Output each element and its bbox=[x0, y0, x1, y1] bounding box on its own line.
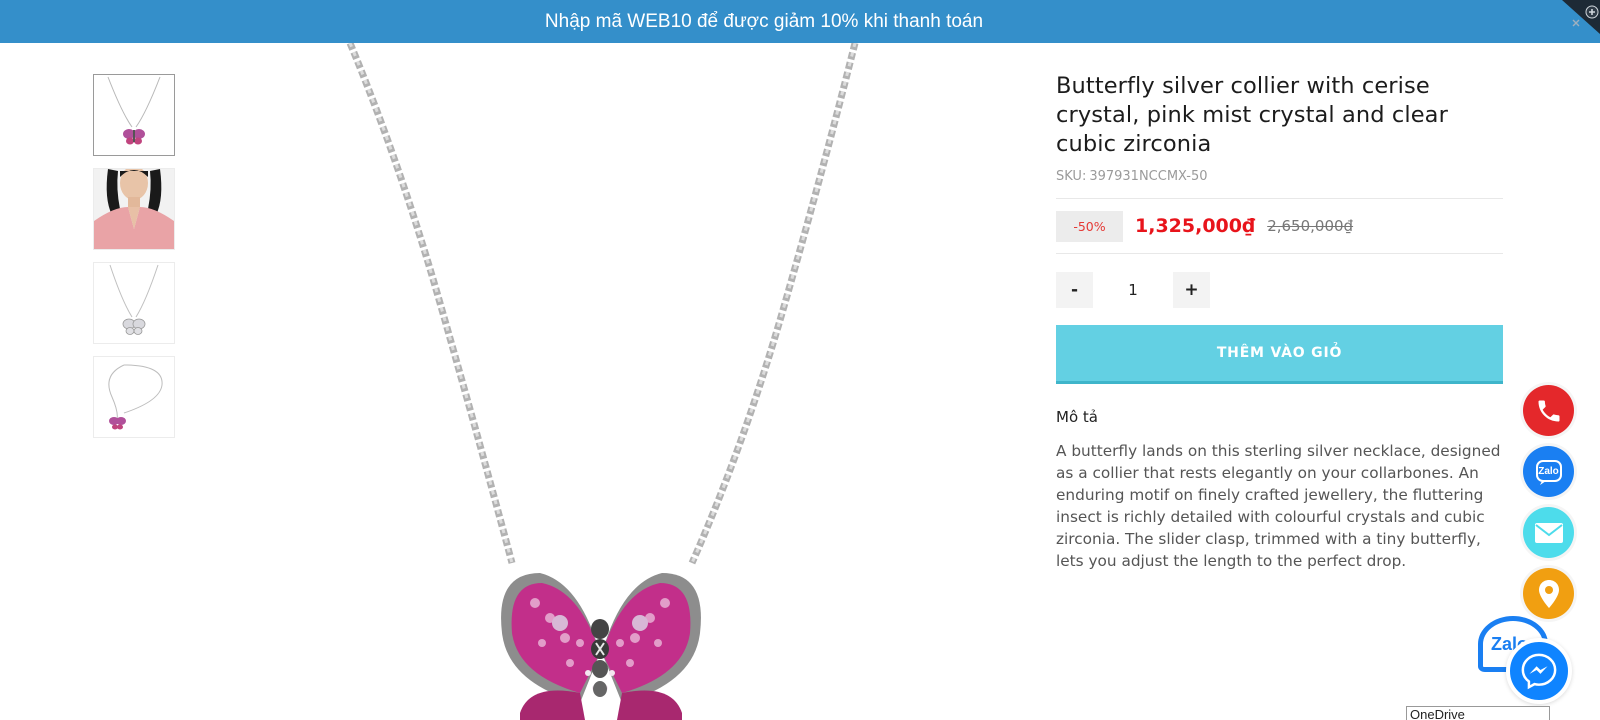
divider bbox=[1056, 253, 1503, 254]
main-product-image bbox=[280, 43, 1000, 720]
zalo-label: Zalo bbox=[1538, 466, 1559, 477]
messenger-icon bbox=[1521, 653, 1557, 690]
thumbnail-necklace-front[interactable] bbox=[93, 74, 175, 156]
close-corner-icon[interactable] bbox=[1556, 0, 1600, 34]
price-row: -50% 1,325,000₫ 2,650,000₫ bbox=[1056, 199, 1503, 253]
sku: SKU: 397931NCCMX-50 bbox=[1056, 169, 1503, 184]
map-pin-icon bbox=[1538, 579, 1559, 608]
product-title: Butterfly silver collier with cerise cry… bbox=[1056, 73, 1448, 157]
description-heading: Mô tả bbox=[1056, 408, 1098, 426]
zalo-button[interactable]: Zalo bbox=[1523, 446, 1574, 497]
sku-label: SKU: bbox=[1056, 169, 1087, 184]
original-price: 2,650,000₫ bbox=[1267, 217, 1354, 235]
messenger-button[interactable] bbox=[1506, 638, 1572, 704]
thumbnail-necklace-side[interactable] bbox=[93, 356, 175, 438]
add-to-cart-button[interactable]: THÊM VÀO GIỎ bbox=[1056, 325, 1503, 384]
quantity-increase-button[interactable]: + bbox=[1173, 272, 1210, 308]
onedrive-tooltip: OneDrive bbox=[1406, 706, 1550, 720]
product-page: Nhập mã WEB10 để được giảm 10% khi thanh… bbox=[0, 0, 1600, 720]
description-text: A butterfly lands on this sterling silve… bbox=[1056, 442, 1501, 570]
promo-bar: Nhập mã WEB10 để được giảm 10% khi thanh… bbox=[0, 0, 1600, 43]
sku-value: 397931NCCMX-50 bbox=[1089, 169, 1208, 184]
quantity-decrease-button[interactable]: - bbox=[1056, 272, 1093, 308]
thumbnail-model-wearing[interactable] bbox=[93, 168, 175, 250]
mail-button[interactable] bbox=[1523, 507, 1574, 558]
thumbnail-necklace-clear[interactable] bbox=[93, 262, 175, 344]
promo-text: Nhập mã WEB10 để được giảm 10% khi thanh… bbox=[544, 10, 984, 32]
quantity-input[interactable] bbox=[1093, 272, 1173, 308]
butterfly-pendant bbox=[501, 573, 701, 720]
map-button[interactable] bbox=[1523, 568, 1574, 619]
phone-button[interactable] bbox=[1523, 385, 1574, 436]
phone-icon bbox=[1538, 400, 1559, 421]
quantity-stepper: - + bbox=[1056, 272, 1503, 308]
product-info: Butterfly silver collier with cerise cry… bbox=[1056, 72, 1503, 572]
mail-icon bbox=[1534, 522, 1563, 543]
sale-price: 1,325,000₫ bbox=[1135, 215, 1256, 237]
thumbnail-list bbox=[93, 74, 175, 450]
discount-badge: -50% bbox=[1056, 210, 1123, 242]
